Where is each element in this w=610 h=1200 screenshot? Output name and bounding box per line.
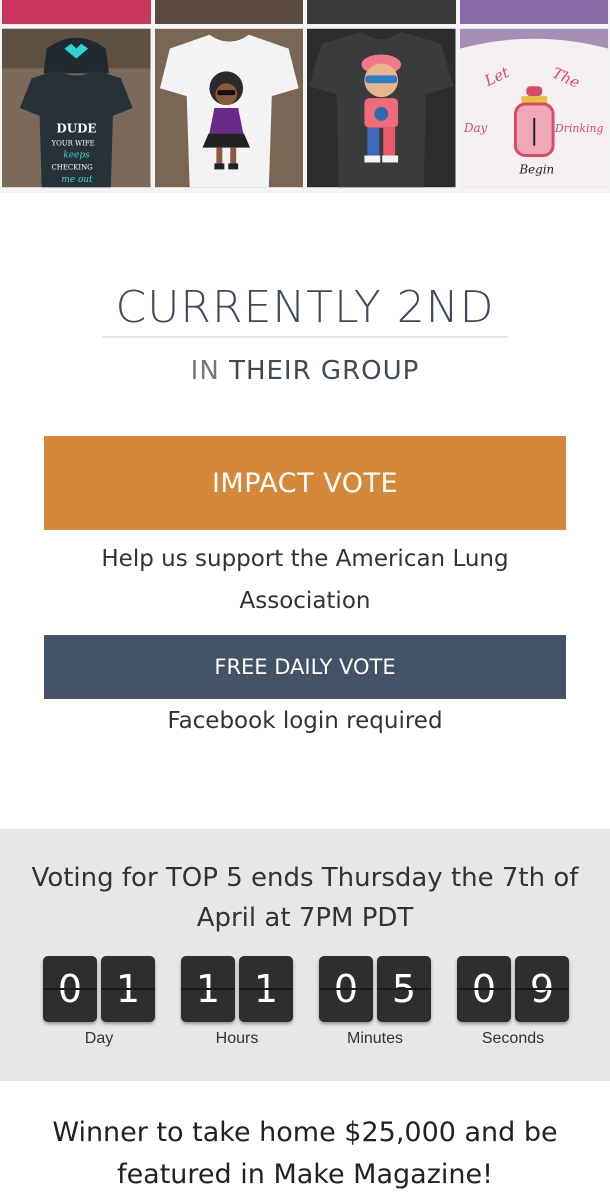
rank-title: CURRENTLY 2ND [115,282,495,333]
countdown-digit: 1 [181,956,235,1022]
countdown-timer: 0 1 Day 1 1 Hours 0 5 Minutes 0 9 Second… [43,956,573,1056]
free-daily-vote-button[interactable]: FREE DAILY VOTE [44,635,566,699]
onesie-text: DUDE [56,122,96,136]
prize-text: Winner to take home $25,000 and be featu… [52,1117,558,1190]
rank-divider [102,336,508,338]
rank-subtitle-group: THEIR GROUP [229,356,420,386]
dark-onesie-photo: DUDE YOUR WIFE keeps CHECKING me out [2,28,151,188]
onesie-text: Drinking [554,122,603,135]
onesie-text: Day [462,121,487,135]
gallery-photo-3[interactable] [307,28,456,188]
countdown-digit: 9 [515,956,569,1022]
gallery-photo-1[interactable]: DUDE YOUR WIFE keeps CHECKING me out [2,28,151,188]
countdown-unit-label: Hours [215,1030,259,1047]
top-strip-thumb [459,0,608,24]
gallery-photo-4[interactable]: Let The Day Drinking Begin [459,28,608,188]
onesie-text: CHECKING [51,163,92,171]
white-onesie-doll-photo [154,28,303,188]
top-strip-thumb [154,0,303,24]
countdown-seconds: 0 9 Seconds [457,956,569,1048]
impact-vote-note: Help us support the American Lung Associ… [101,546,509,614]
countdown-days: 0 1 Day [43,956,155,1048]
countdown-digit: 0 [43,956,97,1022]
countdown-minutes: 0 5 Minutes [319,956,431,1048]
pink-bottle-onesie-photo: Let The Day Drinking Begin [459,28,608,188]
rank-subtitle-prefix: IN [190,356,220,386]
onesie-text: YOUR WIFE [50,140,94,148]
grey-onesie-boy-photo [307,28,456,188]
countdown-unit-label: Minutes [346,1030,404,1047]
countdown-digit: 1 [239,956,293,1022]
top-strip-thumb [307,0,456,24]
gallery-top-strip [0,0,610,26]
free-vote-note: Facebook login required [167,708,443,734]
onesie-text: keeps [63,151,90,161]
impact-vote-button[interactable]: IMPACT VOTE [44,436,566,530]
countdown-digit: 5 [377,956,431,1022]
countdown-headline: Voting for TOP 5 ends Thursday the 7th o… [31,863,579,933]
countdown-unit-label: Seconds [481,1030,545,1047]
gallery-photo-2[interactable] [154,28,303,188]
countdown-hours: 1 1 Hours [181,956,293,1048]
countdown-unit-label: Day [84,1030,114,1047]
countdown-digit: 0 [319,956,373,1022]
countdown-digit: 1 [101,956,155,1022]
onesie-text: me out [61,175,93,185]
top-strip-thumb [2,0,151,24]
rank-subtitle: IN THEIR GROUP [0,356,610,386]
onesie-text: Begin [518,162,554,176]
countdown-digit: 0 [457,956,511,1022]
product-gallery: DUDE YOUR WIFE keeps CHECKING me out Let… [0,0,610,193]
